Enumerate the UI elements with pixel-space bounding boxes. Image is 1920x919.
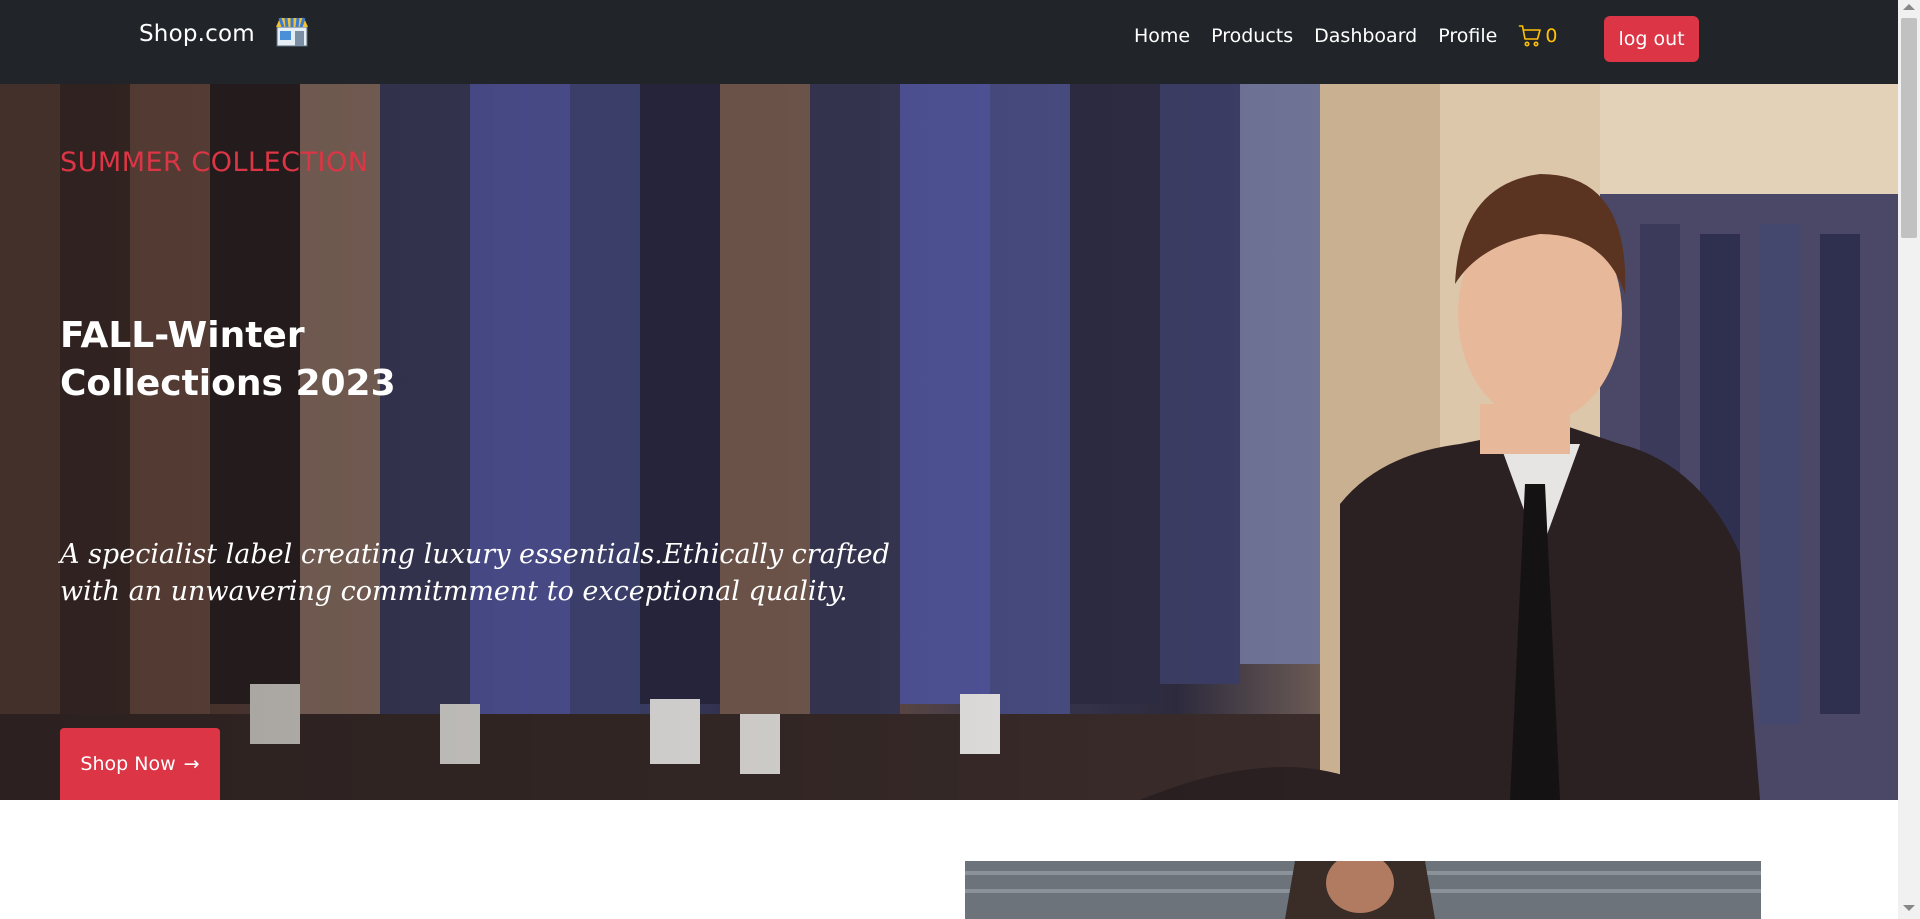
navbar: Shop.com Home Products Dashboard Profile (0, 0, 1898, 84)
hero-overlay (0, 84, 1898, 800)
hero-description: A specialist label creating luxury essen… (60, 539, 890, 607)
scroll-down-icon[interactable] (1903, 905, 1915, 911)
cart-count: 0 (1545, 25, 1558, 47)
hero-banner: SUMMER COLLECTION FALL-Winter Collection… (0, 84, 1898, 800)
nav-link-home[interactable]: Home (1134, 25, 1190, 47)
brand[interactable]: Shop.com (139, 17, 309, 51)
scroll-up-icon[interactable] (1903, 4, 1915, 10)
shopping-cart-icon (1519, 25, 1542, 47)
cart-link[interactable]: 0 (1518, 24, 1557, 48)
hero-title-line-2: Collections 2023 (60, 363, 396, 404)
nav-link-products[interactable]: Products (1211, 25, 1293, 47)
hero-title-line-1: FALL-Winter (60, 315, 305, 356)
nav-link-dashboard[interactable]: Dashboard (1314, 25, 1417, 47)
page: Shop.com Home Products Dashboard Profile (0, 0, 1920, 919)
hero-eyebrow: SUMMER COLLECTION (60, 147, 369, 178)
featured-product-image (965, 861, 1761, 919)
arrow-right-icon: → (183, 753, 200, 775)
shop-now-button[interactable]: Shop Now → (60, 728, 220, 800)
shop-now-label: Shop Now (80, 753, 176, 775)
nav-links: Home Products Dashboard Profile 0 (1134, 24, 1557, 48)
scroll-thumb[interactable] (1901, 18, 1917, 238)
page-scrollbar[interactable] (1898, 0, 1920, 919)
nav-link-profile[interactable]: Profile (1438, 25, 1497, 47)
logout-button[interactable]: log out (1604, 16, 1699, 62)
hero-title: FALL-Winter Collections 2023 (60, 312, 480, 408)
brand-name[interactable]: Shop.com (139, 21, 255, 47)
store-icon (275, 17, 309, 51)
